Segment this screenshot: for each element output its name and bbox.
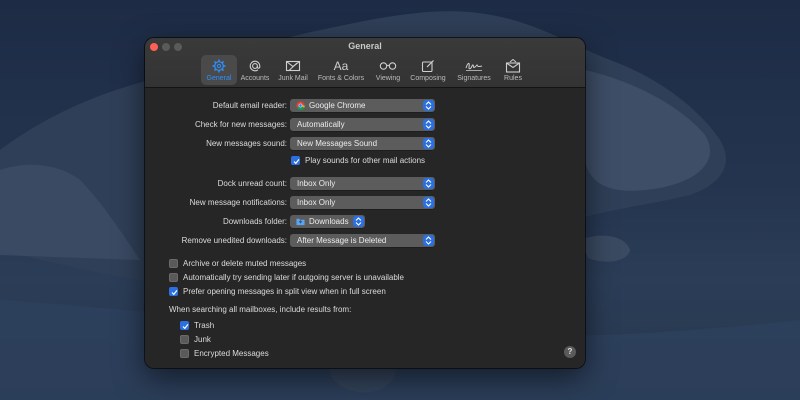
tab-rules[interactable]: Rules: [498, 55, 528, 85]
chevron-updown-icon: [423, 178, 434, 189]
tab-composing[interactable]: Composing: [407, 55, 449, 85]
downloads-folder-popup[interactable]: Downloads: [290, 215, 365, 228]
at-icon: [248, 57, 262, 74]
archive-muted-checkbox[interactable]: Archive or delete muted messages: [169, 257, 306, 269]
checkbox-unchecked[interactable]: [169, 272, 178, 282]
help-button[interactable]: ?: [564, 346, 576, 358]
tab-accounts[interactable]: Accounts: [238, 55, 272, 85]
folder-icon: [296, 218, 305, 226]
fonts-icon: Aa: [333, 58, 349, 73]
search-trash-checkbox[interactable]: Trash: [180, 319, 214, 331]
new-sound-label: New messages sound:: [206, 139, 287, 148]
tab-label: Signatures: [457, 75, 491, 82]
checkbox-checked[interactable]: [169, 286, 178, 296]
checkbox-checked[interactable]: [180, 320, 189, 330]
search-heading: When searching all mailboxes, include re…: [169, 305, 352, 314]
remove-unedited-popup[interactable]: After Message is Deleted: [290, 234, 435, 247]
new-sound-value: New Messages Sound: [297, 139, 378, 148]
search-encrypted-checkbox[interactable]: Encrypted Messages: [180, 347, 269, 359]
glasses-icon: [379, 57, 397, 74]
tab-label: Viewing: [375, 75, 401, 82]
tab-label: Fonts & Colors: [317, 75, 365, 82]
check-new-value: Automatically: [297, 120, 345, 129]
chevron-updown-icon: [423, 138, 434, 149]
remove-unedited-label: Remove unedited downloads:: [181, 236, 287, 245]
chevron-updown-icon: [353, 216, 364, 227]
notifications-label: New message notifications:: [189, 198, 287, 207]
dock-unread-value: Inbox Only: [297, 179, 336, 188]
mail-preferences-window: General General Accounts Junk Mail Aa Fo…: [145, 38, 585, 368]
downloads-folder-label: Downloads folder:: [222, 217, 287, 226]
tab-fonts-colors[interactable]: Aa Fonts & Colors: [314, 55, 368, 85]
tab-label: Composing: [410, 75, 446, 82]
rules-icon: [505, 57, 521, 74]
dock-unread-popup[interactable]: Inbox Only: [290, 177, 435, 190]
tab-label: Junk Mail: [278, 75, 308, 82]
search-encrypted-label: Encrypted Messages: [194, 348, 269, 358]
play-sounds-label: Play sounds for other mail actions: [305, 155, 426, 165]
notifications-popup[interactable]: Inbox Only: [290, 196, 435, 209]
search-trash-label: Trash: [194, 320, 215, 330]
tab-label: General: [206, 75, 232, 82]
tab-junk-mail[interactable]: Junk Mail: [275, 55, 311, 85]
window-title: General: [348, 41, 382, 51]
chevron-updown-icon: [423, 197, 434, 208]
chevron-updown-icon: [423, 100, 434, 111]
check-new-label: Check for new messages:: [194, 120, 287, 129]
archive-muted-label: Archive or delete muted messages: [183, 258, 307, 268]
window-toolbar: General General Accounts Junk Mail Aa Fo…: [145, 38, 585, 88]
tab-viewing[interactable]: Viewing: [371, 55, 405, 85]
tab-label: Rules: [504, 75, 522, 82]
default-reader-popup[interactable]: Google Chrome: [290, 99, 435, 112]
split-view-checkbox[interactable]: Prefer opening messages in split view wh…: [169, 285, 386, 297]
play-sounds-checkbox[interactable]: Play sounds for other mail actions: [291, 154, 425, 166]
chrome-icon: [296, 101, 305, 110]
general-pane: Default email reader: Google Chrome Chec…: [145, 88, 585, 368]
check-new-popup[interactable]: Automatically: [290, 118, 435, 131]
remove-unedited-value: After Message is Deleted: [297, 236, 387, 245]
checkbox-checked[interactable]: [291, 155, 300, 165]
junk-mail-icon: [285, 57, 301, 74]
notifications-value: Inbox Only: [297, 198, 336, 207]
default-reader-value: Google Chrome: [309, 101, 366, 110]
new-sound-popup[interactable]: New Messages Sound: [290, 137, 435, 150]
tab-label: Accounts: [240, 75, 270, 82]
split-view-label: Prefer opening messages in split view wh…: [183, 286, 386, 296]
tab-signatures[interactable]: Signatures: [452, 55, 496, 85]
checkbox-unchecked[interactable]: [180, 348, 189, 358]
send-later-checkbox[interactable]: Automatically try sending later if outgo…: [169, 271, 404, 283]
search-junk-label: Junk: [194, 334, 211, 344]
chevron-updown-icon: [423, 119, 434, 130]
checkbox-unchecked[interactable]: [169, 258, 178, 268]
gear-icon: [212, 57, 226, 74]
signature-icon: [465, 57, 483, 74]
chevron-updown-icon: [423, 235, 434, 246]
search-junk-checkbox[interactable]: Junk: [180, 333, 211, 345]
compose-icon: [421, 57, 435, 74]
tab-general[interactable]: General: [201, 55, 237, 85]
send-later-label: Automatically try sending later if outgo…: [183, 272, 405, 282]
downloads-folder-value: Downloads: [309, 217, 349, 226]
default-reader-label: Default email reader:: [212, 101, 287, 110]
checkbox-unchecked[interactable]: [180, 334, 189, 344]
dock-unread-label: Dock unread count:: [217, 179, 287, 188]
